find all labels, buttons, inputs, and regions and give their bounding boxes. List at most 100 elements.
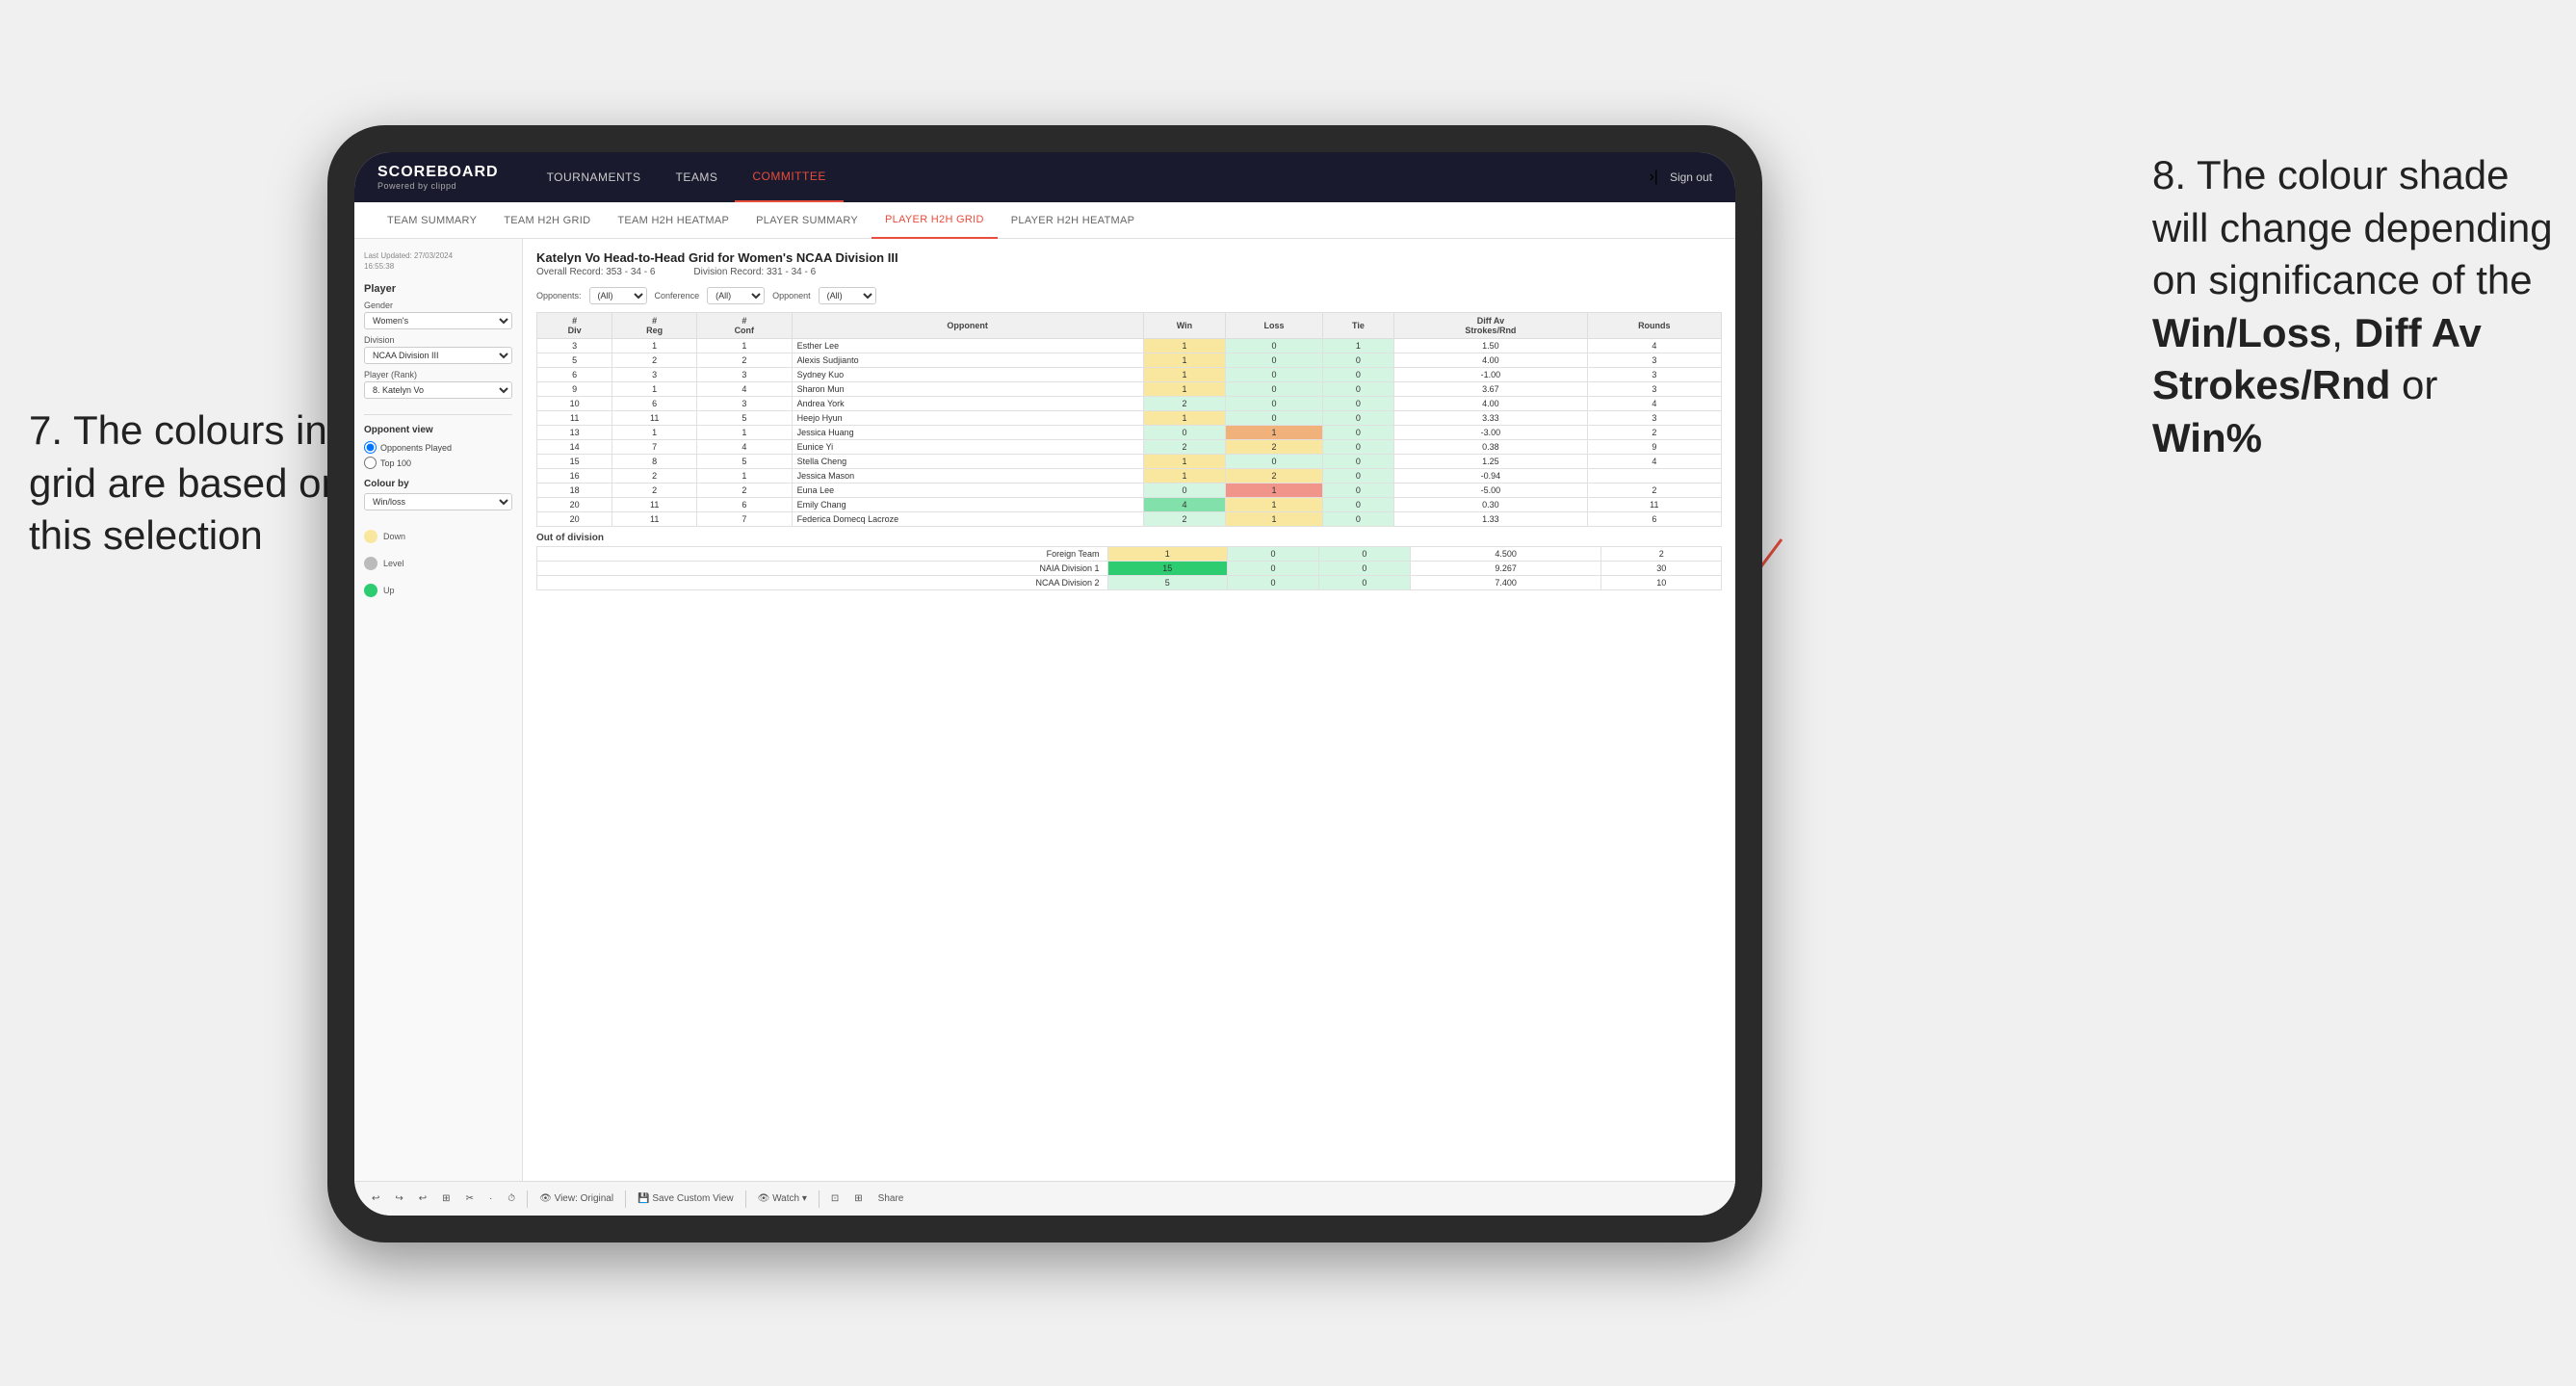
toolbar-cut[interactable]: ✂ <box>462 1191 478 1206</box>
toolbar-watch[interactable]: 👁 Watch ▾ <box>754 1191 811 1206</box>
out-of-division-header: Out of division <box>536 527 1722 546</box>
bottom-toolbar: ↩ ↪ ↩ ⊞ ✂ · ⏱ 👁 View: Original 💾 Save Cu… <box>354 1181 1735 1216</box>
player-section-title: Player <box>364 283 512 295</box>
annotation-bold-3: Win% <box>2152 415 2262 460</box>
filter-opponent-select[interactable]: (All) <box>819 287 876 304</box>
toolbar-divider-3 <box>745 1190 746 1208</box>
division-label: Division <box>364 335 512 345</box>
table-row: 1063 Andrea York 200 4.004 <box>537 397 1722 411</box>
toolbar-back[interactable]: ↩ <box>415 1191 430 1206</box>
division-record: Division Record: 331 - 34 - 6 <box>693 267 816 277</box>
nav-links: TOURNAMENTS TEAMS COMMITTEE <box>530 152 1650 202</box>
toolbar-divider-4 <box>819 1190 820 1208</box>
filter-conference-label: Conference <box>655 291 700 301</box>
table-row: 522 Alexis Sudjianto 100 4.003 <box>537 353 1722 368</box>
radio-opponents-played[interactable]: Opponents Played <box>364 441 512 454</box>
annotation-right: 8. The colour shade will change dependin… <box>2152 149 2557 465</box>
table-row: 1474 Eunice Yi 220 0.389 <box>537 440 1722 455</box>
grid-title: Katelyn Vo Head-to-Head Grid for Women's… <box>536 250 1722 265</box>
nav-right: ›| Sign out <box>1649 169 1712 186</box>
division-select[interactable]: NCAA Division III <box>364 347 512 364</box>
col-div: #Div <box>537 313 612 339</box>
nav-committee[interactable]: COMMITTEE <box>735 152 844 202</box>
nav-separator: ›| <box>1649 169 1657 186</box>
logo-sub: Powered by clippd <box>377 181 499 191</box>
col-reg: #Reg <box>612 313 697 339</box>
tablet-screen: SCOREBOARD Powered by clippd TOURNAMENTS… <box>354 152 1735 1216</box>
filter-opponents-select[interactable]: (All) <box>589 287 647 304</box>
sub-nav: TEAM SUMMARY TEAM H2H GRID TEAM H2H HEAT… <box>354 202 1735 239</box>
nav-teams[interactable]: TEAMS <box>659 152 736 202</box>
opponent-view-title: Opponent view <box>364 425 512 435</box>
col-opponent: Opponent <box>792 313 1143 339</box>
legend-row: Down <box>364 530 512 543</box>
toolbar-grid[interactable]: ⊞ <box>438 1191 454 1206</box>
toolbar-export[interactable]: ⊡ <box>827 1191 843 1206</box>
overall-record: Overall Record: 353 - 34 - 6 <box>536 267 655 277</box>
toolbar-save-custom[interactable]: 💾 Save Custom View <box>634 1191 738 1206</box>
subnav-team-h2h-grid[interactable]: TEAM H2H GRID <box>490 202 604 239</box>
legend-label-up: Up <box>383 586 395 595</box>
filter-conference-select[interactable]: (All) <box>707 287 765 304</box>
subnav-player-summary[interactable]: PLAYER SUMMARY <box>742 202 872 239</box>
col-win: Win <box>1143 313 1226 339</box>
table-row: 914 Sharon Mun 100 3.673 <box>537 382 1722 397</box>
legend-dot-level <box>364 557 377 570</box>
legend-dot-up <box>364 584 377 597</box>
gender-label: Gender <box>364 301 512 310</box>
filter-row: Opponents: (All) Conference (All) Oppone… <box>536 287 1722 304</box>
toolbar-dot[interactable]: · <box>485 1191 496 1206</box>
toolbar-divider-2 <box>625 1190 626 1208</box>
grid-area: Katelyn Vo Head-to-Head Grid for Women's… <box>523 239 1735 1181</box>
left-panel: Last Updated: 27/03/2024 16:55:38 Player… <box>354 239 523 1181</box>
toolbar-share-grid[interactable]: ⊞ <box>850 1191 866 1206</box>
toolbar-undo[interactable]: ↩ <box>368 1191 383 1206</box>
logo-text: SCOREBOARD <box>377 164 499 181</box>
out-of-division-table: Foreign Team 100 4.5002 NAIA Division 1 … <box>536 546 1722 590</box>
nav-bar: SCOREBOARD Powered by clippd TOURNAMENTS… <box>354 152 1735 202</box>
player-rank-label: Player (Rank) <box>364 370 512 379</box>
table-row: Foreign Team 100 4.5002 <box>537 547 1722 562</box>
logo-area: SCOREBOARD Powered by clippd <box>377 164 499 191</box>
gender-select[interactable]: Women's <box>364 312 512 329</box>
legend-dot-down <box>364 530 377 543</box>
legend-label-level: Level <box>383 559 404 568</box>
table-row: NAIA Division 1 1500 9.26730 <box>537 562 1722 576</box>
toolbar-clock[interactable]: ⏱ <box>504 1191 519 1206</box>
sign-out-link[interactable]: Sign out <box>1670 170 1712 184</box>
col-rounds: Rounds <box>1587 313 1721 339</box>
subnav-team-h2h-heatmap[interactable]: TEAM H2H HEATMAP <box>604 202 742 239</box>
colour-by-select[interactable]: Win/loss <box>364 493 512 510</box>
legend-label-down: Down <box>383 532 405 541</box>
grid-records: Overall Record: 353 - 34 - 6 Division Re… <box>536 267 1722 277</box>
colour-by-title: Colour by <box>364 479 512 489</box>
table-row: 1311 Jessica Huang 010 -3.002 <box>537 426 1722 440</box>
toolbar-redo[interactable]: ↪ <box>391 1191 406 1206</box>
toolbar-view-original[interactable]: 👁 View: Original <box>535 1191 617 1206</box>
table-row: 20116 Emily Chang 410 0.3011 <box>537 498 1722 512</box>
legend-row-up: Up <box>364 584 512 597</box>
table-row: NCAA Division 2 500 7.40010 <box>537 576 1722 590</box>
col-tie: Tie <box>1322 313 1394 339</box>
annotation-bold-1: Win/Loss <box>2152 310 2331 355</box>
table-row: 633 Sydney Kuo 100 -1.003 <box>537 368 1722 382</box>
subnav-team-summary[interactable]: TEAM SUMMARY <box>374 202 490 239</box>
filter-opponents-label: Opponents: <box>536 291 582 301</box>
nav-tournaments[interactable]: TOURNAMENTS <box>530 152 659 202</box>
radio-top100[interactable]: Top 100 <box>364 457 512 469</box>
table-row: 1621 Jessica Mason 120 -0.94 <box>537 469 1722 484</box>
toolbar-share[interactable]: Share <box>874 1191 908 1206</box>
panel-timestamp: Last Updated: 27/03/2024 16:55:38 <box>364 250 512 272</box>
table-row: 311 Esther Lee 101 1.504 <box>537 339 1722 353</box>
table-row: 11115 Heejo Hyun 100 3.333 <box>537 411 1722 426</box>
toolbar-divider-1 <box>527 1190 528 1208</box>
subnav-player-h2h-grid[interactable]: PLAYER H2H GRID <box>872 202 998 239</box>
player-rank-select[interactable]: 8. Katelyn Vo <box>364 381 512 399</box>
table-row: 1822 Euna Lee 010 -5.002 <box>537 484 1722 498</box>
filter-opponent-label: Opponent <box>772 291 811 301</box>
annotation-right-number: 8. The colour shade will change dependin… <box>2152 152 2553 302</box>
subnav-player-h2h-heatmap[interactable]: PLAYER H2H HEATMAP <box>998 202 1148 239</box>
main-data-table: #Div #Reg #Conf Opponent Win Loss Tie Di… <box>536 312 1722 527</box>
col-loss: Loss <box>1226 313 1322 339</box>
table-row: 20117 Federica Domecq Lacroze 210 1.336 <box>537 512 1722 527</box>
